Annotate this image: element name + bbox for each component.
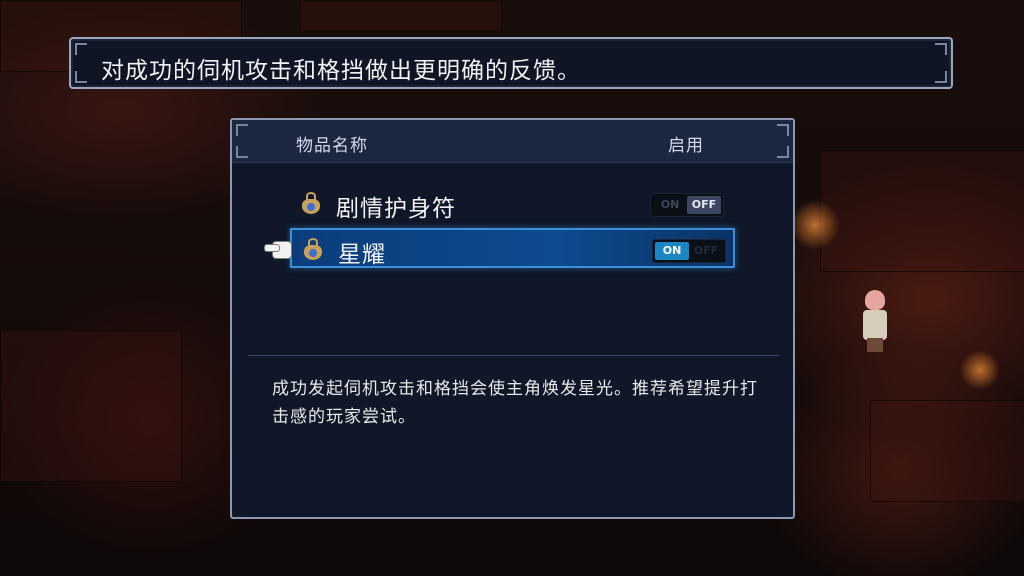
relic-toggle-story-amulet[interactable]: ON OFF — [650, 193, 724, 217]
column-header-item-name: 物品名称 — [296, 136, 368, 156]
relic-label: 剧情护身符 — [336, 196, 456, 222]
relics-panel: 物品名称 启用 剧情护身符 ON OFF 星耀 ON OFF 成功发起伺机攻击和… — [230, 118, 795, 519]
divider — [248, 355, 779, 356]
relic-row-story-amulet[interactable]: 剧情护身符 ON OFF — [290, 184, 735, 224]
relic-row-starlight[interactable]: 星耀 ON OFF — [290, 228, 735, 268]
column-header-enabled: 启用 — [668, 136, 704, 156]
tooltip-bar: 对成功的伺机攻击和格挡做出更明确的反馈。 — [69, 37, 953, 89]
amulet-icon — [302, 238, 324, 262]
player-character — [858, 290, 892, 352]
toggle-on-option[interactable]: ON — [655, 242, 689, 260]
toggle-on-option[interactable]: ON — [653, 196, 687, 214]
panel-header: 物品名称 启用 — [232, 120, 793, 163]
toggle-off-option[interactable]: OFF — [689, 242, 723, 260]
toggle-off-option[interactable]: OFF — [687, 196, 721, 214]
relic-toggle-starlight[interactable]: ON OFF — [652, 239, 726, 263]
tooltip-text: 对成功的伺机攻击和格挡做出更明确的反馈。 — [101, 58, 581, 84]
relic-label: 星耀 — [338, 242, 386, 268]
relic-description: 成功发起伺机攻击和格挡会使主角焕发星光。推荐希望提升打击感的玩家尝试。 — [272, 379, 758, 427]
hand-pointer-icon — [264, 238, 292, 260]
amulet-icon — [300, 192, 322, 216]
